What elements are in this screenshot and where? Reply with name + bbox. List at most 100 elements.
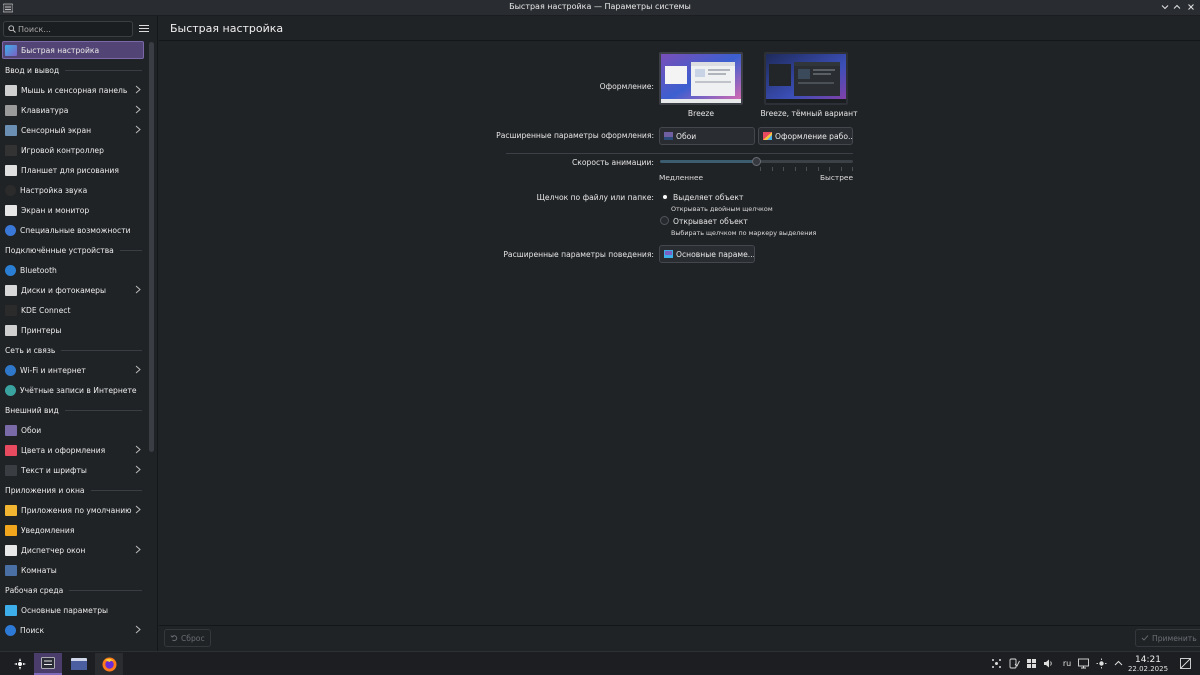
- sidebar-item[interactable]: Учётные записи в Интернете: [0, 380, 146, 400]
- sidebar-item[interactable]: Диски и фотокамеры: [0, 280, 146, 300]
- chevron-right-icon: [135, 465, 141, 474]
- tray-brightness-icon[interactable]: [1096, 658, 1107, 669]
- sidebar-scrollbar[interactable]: [149, 42, 154, 452]
- tray-keyboard-layout[interactable]: ru: [1060, 658, 1074, 669]
- check-icon: [1141, 635, 1149, 641]
- advanced-behavior-label: Расширенные параметры поведения:: [503, 250, 654, 259]
- sidebar-category-title: Подключённые устройства: [5, 245, 114, 255]
- sidebar-item[interactable]: Уведомления: [0, 520, 146, 540]
- general-behavior-button[interactable]: Основные параме...: [659, 245, 755, 263]
- sidebar-item[interactable]: Поиск: [0, 620, 146, 640]
- radio-open-object[interactable]: [660, 216, 669, 225]
- wallpaper-button[interactable]: Обои: [659, 127, 755, 145]
- sidebar-item[interactable]: Wi-Fi и интернет: [0, 360, 146, 380]
- category-divider: [61, 349, 142, 351]
- slider-handle[interactable]: [752, 157, 761, 166]
- maximize-button[interactable]: [1171, 2, 1183, 14]
- sidebar-item[interactable]: Игровой контроллер: [0, 140, 146, 160]
- close-button[interactable]: [1185, 2, 1197, 14]
- click-behavior-label: Щелчок по файлу или папке:: [536, 193, 654, 202]
- accessibility-icon: [5, 224, 16, 236]
- launcher-icon: [14, 658, 26, 670]
- sidebar-item-label: Клавиатура: [21, 105, 69, 115]
- search-field[interactable]: [3, 21, 133, 37]
- app-launcher-button[interactable]: [6, 653, 34, 675]
- breeze-light-preview: [661, 54, 741, 103]
- sidebar-item[interactable]: Принтеры: [0, 320, 146, 340]
- theme-breeze-dark[interactable]: [764, 52, 848, 105]
- sidebar-item[interactable]: Цвета и оформления: [0, 440, 146, 460]
- sidebar-item[interactable]: Комнаты: [0, 560, 146, 580]
- sidebar-item[interactable]: Мышь и сенсорная панель: [0, 80, 146, 100]
- tray-volume-icon[interactable]: [1043, 658, 1054, 669]
- radio-select-object-label[interactable]: Выделяет объект: [673, 193, 743, 202]
- slider-fill: [660, 160, 757, 163]
- sidebar-item-label: Мышь и сенсорная панель: [21, 85, 128, 95]
- sidebar-item-label: Игровой контроллер: [21, 145, 104, 155]
- slider-tick: [771, 167, 773, 171]
- sidebar-item-label: Сенсорный экран: [21, 125, 92, 135]
- apply-button[interactable]: Применить: [1135, 629, 1200, 647]
- sidebar-item[interactable]: Диспетчер окон: [0, 540, 146, 560]
- taskbar-firefox[interactable]: [95, 653, 123, 675]
- sidebar-item[interactable]: Настройка звука: [0, 180, 146, 200]
- page-title: Быстрая настройка: [170, 22, 284, 35]
- keyboard-layout-label: ru: [1062, 659, 1072, 668]
- sidebar-item[interactable]: Основные параметры: [0, 600, 146, 620]
- slider-tick: [852, 167, 853, 171]
- show-desktop-button[interactable]: [1180, 658, 1191, 669]
- wallpaper-button-label: Обои: [676, 131, 697, 141]
- category-divider: [90, 489, 142, 491]
- tray-display-icon[interactable]: [1078, 658, 1089, 669]
- chevron-right-icon: [135, 545, 141, 554]
- sidebar-item[interactable]: Сенсорный экран: [0, 120, 146, 140]
- search-input[interactable]: [18, 22, 130, 36]
- sidebar-item[interactable]: Обои: [0, 420, 146, 440]
- sidebar-item[interactable]: Клавиатура: [0, 100, 146, 120]
- wallpaper-icon: [5, 424, 17, 436]
- section-divider: [506, 153, 853, 154]
- reset-button[interactable]: Сброс: [164, 629, 211, 647]
- sidebar-item[interactable]: Специальные возможности: [0, 220, 146, 240]
- chevron-up-icon: [1114, 660, 1123, 666]
- hamburger-menu-button[interactable]: [138, 23, 150, 35]
- sidebar-category: Приложения и окна: [0, 480, 146, 500]
- sidebar-item-label: Поиск: [20, 625, 45, 635]
- taskbar-system-settings[interactable]: [34, 653, 62, 675]
- sidebar-category: Ввод и вывод: [0, 60, 146, 80]
- reset-button-label: Сброс: [181, 633, 205, 643]
- sidebar-item[interactable]: Приложения по умолчанию: [0, 500, 146, 520]
- firefox-icon: [102, 657, 116, 671]
- radio-select-object[interactable]: [660, 192, 669, 201]
- audio-icon: [5, 184, 16, 196]
- theme-breeze-light[interactable]: [659, 52, 743, 105]
- radio-open-object-label[interactable]: Открывает объект: [673, 217, 748, 226]
- global-theme-button[interactable]: Оформление рабо...: [758, 127, 853, 145]
- sidebar-item[interactable]: Текст и шрифты: [0, 460, 146, 480]
- tray-network-icon[interactable]: [991, 658, 1002, 669]
- sidebar-item-quick-settings[interactable]: Быстрая настройка: [2, 41, 144, 59]
- general-behavior-button-label: Основные параме...: [676, 249, 755, 259]
- bell-icon: [5, 524, 17, 536]
- sidebar-item[interactable]: Планшет для рисования: [0, 160, 146, 180]
- workspace-icon: [664, 250, 673, 258]
- slider-tick: [794, 167, 796, 171]
- system-settings-icon: [41, 657, 55, 669]
- sidebar-item[interactable]: Bluetooth: [0, 260, 146, 280]
- minimize-button[interactable]: [1159, 2, 1171, 14]
- bluetooth-icon: [5, 264, 16, 276]
- tray-kdeconnect-icon[interactable]: [1009, 658, 1020, 669]
- quick-settings-icon: [5, 44, 17, 56]
- sidebar: Быстрая настройка Ввод и вывод Мышь и сен…: [0, 16, 158, 651]
- chevron-right-icon: [135, 85, 141, 94]
- chevron-right-icon: [135, 125, 141, 134]
- tray-clipboard-icon[interactable]: [1026, 658, 1037, 669]
- clock[interactable]: 14:21 22.02.2025: [1127, 655, 1169, 674]
- sidebar-item[interactable]: KDE Connect: [0, 300, 146, 320]
- fonts-icon: [5, 464, 17, 476]
- sidebar-item[interactable]: Экран и монитор: [0, 200, 146, 220]
- sidebar-category: Рабочая среда: [0, 580, 146, 600]
- taskbar-file-manager[interactable]: [65, 653, 93, 675]
- tray-expand-button[interactable]: [1113, 658, 1124, 669]
- folder-icon: [71, 658, 87, 670]
